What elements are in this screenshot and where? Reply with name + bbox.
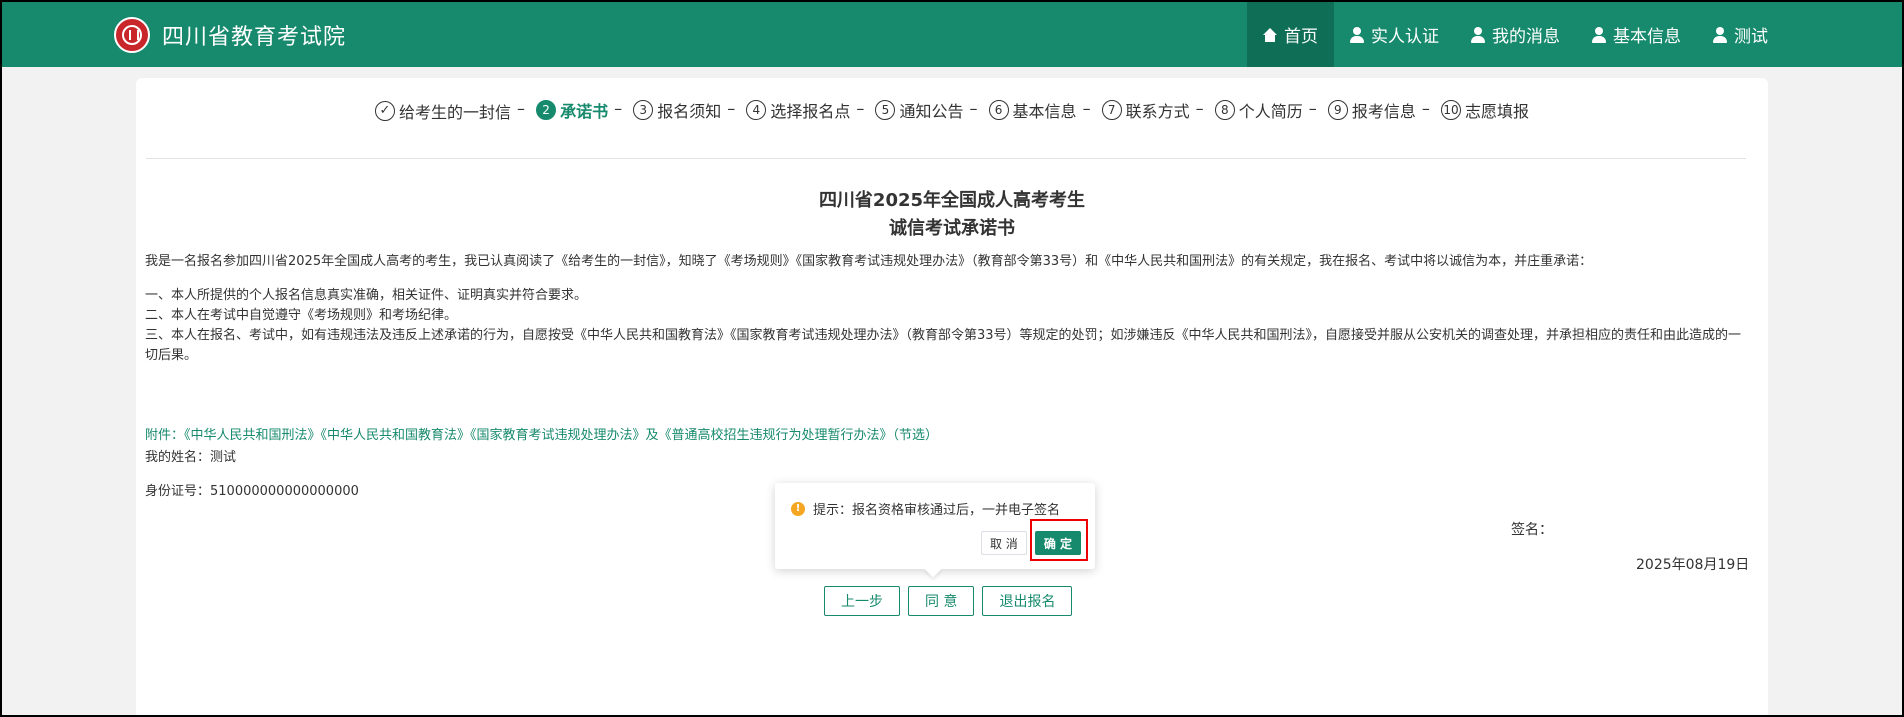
content-card: ✓ 给考生的一封信 – 2 承诺书 – 3 报名须知 – 4 选择报名点 – 5 通知公告 – 6基… — [136, 78, 1768, 715]
nav-identity-verification[interactable]: 实人认证 — [1334, 2, 1455, 67]
logo-icon — [114, 17, 150, 53]
step-2: 2 承诺书 — [536, 98, 608, 122]
signature-label: 签名： — [1511, 522, 1553, 538]
step-label: 选择报名点 — [770, 102, 851, 121]
main-nav: 首页 实人认证 我的消息 基本信息 测试 — [1247, 2, 1784, 67]
step-progress: ✓ 给考生的一封信 – 2 承诺书 – 3 报名须知 – 4 选择报名点 – 5 通知公告 – 6基… — [136, 98, 1768, 123]
step-label: 给考生的一封信 — [399, 102, 512, 122]
step-number: 3 — [633, 100, 654, 120]
step-label: 基本信息 — [1012, 102, 1077, 121]
step-separator: – — [1195, 99, 1204, 118]
nav-basic-info[interactable]: 基本信息 — [1576, 2, 1697, 67]
step-number: 8 — [1214, 100, 1235, 120]
step-separator: – — [517, 99, 526, 118]
user-icon — [1471, 26, 1485, 43]
step-1: ✓ 给考生的一封信 — [375, 99, 511, 123]
step-4: 4 选择报名点 — [746, 98, 850, 122]
top-navbar: 四川省教育考试院 首页 实人认证 我的消息 基本信息 测试 — [2, 2, 1902, 67]
step-3: 3 报名须知 — [633, 98, 721, 122]
step-number: 7 — [1101, 100, 1122, 120]
popover-text: 提示：报名资格审核通过后，一并电子签名 — [813, 503, 1061, 518]
step-number: 4 — [746, 100, 767, 120]
browser-viewport: 四川省教育考试院 首页 实人认证 我的消息 基本信息 测试 ✓ 给考生的一封信 … — [0, 0, 1904, 717]
step-number: 2 — [536, 100, 557, 120]
step-number: 10 — [1440, 100, 1461, 120]
pledge-intro: 我是一名报名参加四川省2025年全国成人高考的考生，我已认真阅读了《给考生的一封… — [145, 254, 1593, 269]
step-label: 志愿填报 — [1464, 102, 1529, 121]
step-8: 8 个人简历 — [1214, 98, 1303, 122]
document-subtitle: 诚信考试承诺书 — [889, 218, 1015, 239]
highlight-box — [1030, 519, 1088, 561]
step-label: 联系方式 — [1125, 102, 1190, 121]
step-separator: – — [727, 99, 736, 118]
nav-messages-label: 我的消息 — [1492, 27, 1560, 47]
pledge-item: 一、本人所提供的个人报名信息真实准确，相关证件、证明真实并符合要求。 — [145, 288, 588, 303]
step-number: 5 — [875, 100, 896, 120]
step-separator: – — [1082, 99, 1091, 118]
user-icon — [1592, 26, 1606, 43]
nav-identity-label: 实人认证 — [1371, 27, 1439, 47]
step-separator: – — [614, 99, 623, 118]
check-icon: ✓ — [375, 100, 395, 121]
step-label: 通知公告 — [899, 102, 964, 121]
brand[interactable]: 四川省教育考试院 — [114, 16, 346, 54]
step-separator: – — [969, 99, 978, 118]
step-separator: – — [1308, 99, 1317, 118]
step-separator: – — [856, 99, 865, 118]
step-label: 个人简历 — [1238, 102, 1303, 121]
candidate-name: 我的姓名：测试 — [145, 450, 237, 465]
pledge-item: 三、本人在报名、考试中，如有违规违法及违反上述承诺的行为，自愿按受《中华人民共和… — [145, 328, 1742, 363]
prev-step-button[interactable]: 上一步 — [824, 586, 900, 616]
nav-user-label: 测试 — [1734, 27, 1768, 47]
step-9: 9 报考信息 — [1327, 98, 1416, 122]
nav-user-test[interactable]: 测试 — [1697, 2, 1784, 67]
user-icon — [1350, 26, 1364, 43]
exit-registration-button[interactable]: 退出报名 — [982, 586, 1073, 616]
step-5: 5 通知公告 — [875, 98, 963, 122]
user-icon — [1713, 26, 1727, 43]
nav-home[interactable]: 首页 — [1247, 2, 1334, 67]
agree-button[interactable]: 同 意 — [908, 586, 975, 616]
popover-cancel-button[interactable]: 取 消 — [980, 531, 1027, 555]
popover-message: ! 提示：报名资格审核通过后，一并电子签名 — [791, 499, 1060, 518]
nav-basic-info-label: 基本信息 — [1613, 27, 1681, 47]
step-number: 6 — [988, 100, 1009, 120]
pledge-date: 2025年08月19日 — [1636, 557, 1750, 573]
step-10: 10 志愿填报 — [1440, 98, 1529, 122]
home-icon — [1263, 27, 1277, 42]
step-label: 报考信息 — [1351, 102, 1416, 121]
action-buttons: 上一步 同 意 退出报名 — [824, 586, 1073, 616]
step-6: 6 基本信息 — [988, 98, 1077, 122]
attachment-link[interactable]: 附件：《中华人民共和国刑法》《中华人民共和国教育法》《国家教育考试违规处理办法》… — [145, 426, 1745, 446]
divider — [146, 158, 1746, 159]
pledge-item: 二、本人在考试中自觉遵守《考场规则》和考场纪律。 — [145, 308, 458, 323]
step-7: 7 联系方式 — [1101, 98, 1190, 122]
document-title: 四川省2025年全国成人高考考生 — [818, 190, 1086, 211]
site-title: 四川省教育考试院 — [162, 25, 347, 50]
pledge-items: 一、本人所提供的个人报名信息真实准确，相关证件、证明真实并符合要求。 二、本人在… — [145, 286, 1745, 366]
step-label: 报名须知 — [657, 102, 722, 121]
nav-home-label: 首页 — [1284, 27, 1318, 47]
step-number: 9 — [1327, 100, 1348, 120]
warning-icon: ! — [791, 501, 805, 516]
step-label: 承诺书 — [560, 102, 609, 121]
nav-my-messages[interactable]: 我的消息 — [1455, 2, 1576, 67]
step-separator: – — [1421, 99, 1430, 118]
